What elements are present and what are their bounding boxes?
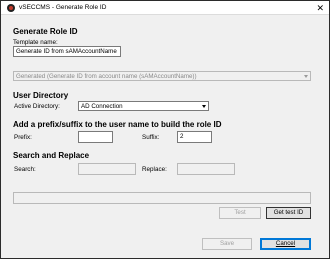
save-button[interactable]: Save <box>202 238 252 250</box>
window-title: vSECCMS - Generate Role ID <box>19 4 107 11</box>
search-replace-heading: Search and Replace <box>13 151 90 160</box>
cancel-button-label: Cancel <box>275 240 296 247</box>
prefix-label: Prefix: <box>14 134 32 141</box>
test-button[interactable]: Test <box>219 207 261 219</box>
chevron-down-icon <box>202 105 206 108</box>
prefix-input[interactable] <box>78 131 113 143</box>
replace-label: Replace: <box>142 166 167 173</box>
generated-template-dropdown[interactable]: Generated (Generate ID from account name… <box>13 71 311 81</box>
dialog-body: Generate Role ID Template name: Generate… <box>7 16 325 255</box>
close-icon[interactable]: ✕ <box>316 2 324 14</box>
title-bar: vSECCMS - Generate Role ID ✕ <box>1 1 329 15</box>
template-name-label: Template name: <box>13 39 58 46</box>
test-output-field <box>13 192 311 204</box>
template-name-input[interactable]: Generate ID from sAMAccountName <box>13 46 121 57</box>
prefix-suffix-heading: Add a prefix/suffix to the user name to … <box>13 120 222 129</box>
generated-template-value: Generated (Generate ID from account name… <box>16 73 197 80</box>
generate-role-id-heading: Generate Role ID <box>13 27 78 36</box>
user-directory-heading: User Directory <box>13 91 69 100</box>
suffix-input[interactable]: 2 <box>177 131 212 143</box>
active-directory-label: Active Directory: <box>14 103 60 110</box>
search-input[interactable] <box>78 163 136 175</box>
active-directory-value: AD Connection <box>81 103 123 110</box>
active-directory-dropdown[interactable]: AD Connection <box>78 101 209 111</box>
search-label: Search: <box>14 166 36 173</box>
cancel-button[interactable]: Cancel <box>260 238 311 250</box>
suffix-label: Suffix: <box>142 134 160 141</box>
dialog-window: vSECCMS - Generate Role ID ✕ Generate Ro… <box>0 0 330 259</box>
get-test-id-button[interactable]: Get test ID <box>266 207 311 219</box>
replace-input[interactable] <box>177 163 235 175</box>
chevron-down-icon <box>304 75 308 78</box>
app-logo-icon <box>7 4 15 12</box>
